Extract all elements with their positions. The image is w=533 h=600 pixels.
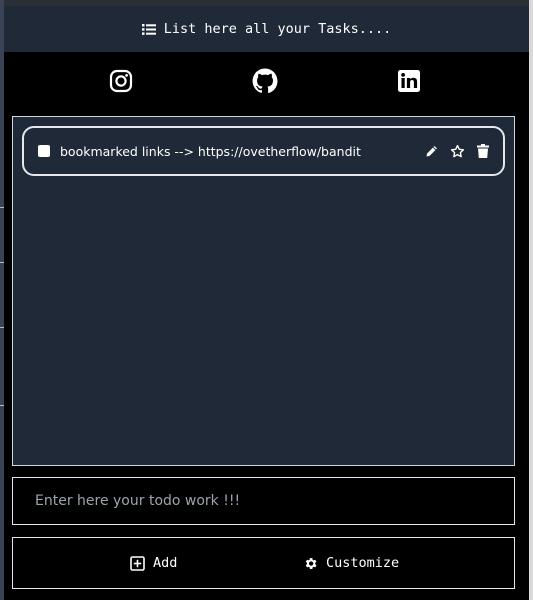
customize-button-label: Customize — [326, 555, 400, 571]
add-button[interactable]: Add — [130, 538, 177, 588]
gear-icon — [305, 557, 317, 569]
pencil-icon[interactable] — [423, 143, 439, 159]
instagram-icon[interactable] — [108, 68, 134, 94]
header-bar: List here all your Tasks.... — [4, 6, 529, 52]
linkedin-icon[interactable] — [396, 68, 422, 94]
task-actions — [413, 143, 491, 159]
list-icon — [141, 23, 156, 35]
social-links — [4, 68, 529, 100]
task-checkbox[interactable] — [38, 145, 50, 157]
customize-button[interactable]: Customize — [303, 538, 399, 588]
task-text: bookmarked links --> https://ovetherflow… — [60, 143, 361, 159]
add-button-label: Add — [153, 555, 178, 571]
add-square-icon — [130, 555, 145, 571]
header-title: List here all your Tasks.... — [163, 21, 392, 37]
star-icon[interactable] — [449, 143, 465, 159]
background-page-right — [529, 0, 533, 600]
github-icon[interactable] — [252, 68, 278, 94]
action-bar: Add Customize — [12, 537, 515, 589]
todo-popup: List here all your Tasks.... bookmarked … — [4, 0, 529, 600]
task-list: bookmarked links --> https://ovetherflow… — [12, 116, 515, 466]
todo-input[interactable] — [13, 478, 514, 524]
task-item: bookmarked links --> https://ovetherflow… — [22, 126, 505, 176]
trash-icon[interactable] — [475, 143, 491, 159]
todo-input-box — [12, 477, 515, 525]
